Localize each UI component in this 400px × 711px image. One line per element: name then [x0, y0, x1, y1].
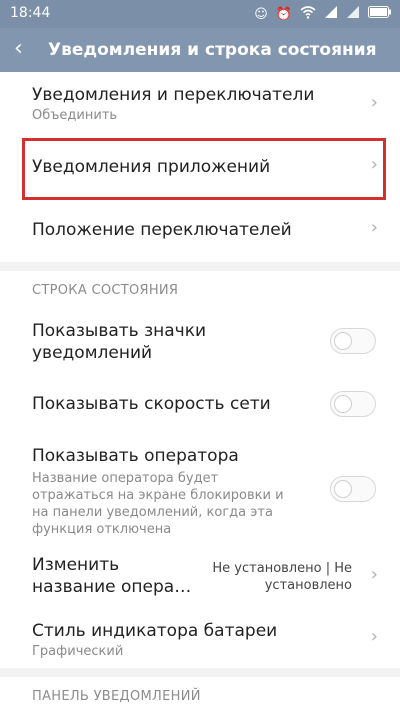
signal-icon — [324, 5, 338, 24]
row-label: Положение переключателей — [32, 220, 292, 240]
row-sub: Название оператора будет отражаться на э… — [32, 471, 284, 537]
row-notifications-toggles[interactable]: Уведомления и переключатели Объединить › — [0, 72, 400, 138]
status-icons: ☺ ⏰ — [254, 5, 392, 24]
back-arrow-icon[interactable]: ‹ — [14, 35, 23, 63]
row-toggles-position[interactable]: Положение переключателей › — [0, 200, 400, 262]
row-label: Уведомления и переключатели — [32, 85, 315, 105]
signal-icon — [346, 5, 360, 24]
row-label: Изменить название опера… — [32, 555, 192, 597]
chevron-right-icon: › — [370, 626, 378, 647]
section-title-notification-panel: ПАНЕЛЬ УВЕДОМЛЕНИЙ — [32, 689, 201, 704]
app-bar: ‹ Уведомления и строка состояния — [0, 28, 400, 72]
row-show-notification-icons[interactable]: Показывать значки уведомлений — [0, 310, 400, 374]
chevron-right-icon: › — [370, 92, 378, 113]
status-bar: 18:44 ☺ ⏰ — [0, 0, 400, 28]
status-time: 18:44 — [10, 5, 51, 21]
row-sub: Графический — [32, 644, 124, 659]
section-title-status-bar: СТРОКА СОСТОЯНИЯ — [32, 283, 179, 298]
row-battery-style[interactable]: Стиль индикатора батареи Графический › — [0, 610, 400, 668]
toggle-knob — [334, 480, 352, 498]
toggle-knob — [334, 332, 352, 350]
android-icon: ☺ — [254, 6, 268, 22]
battery-icon — [368, 6, 392, 23]
chevron-right-icon: › — [370, 564, 378, 585]
show-icons-toggle[interactable] — [330, 328, 376, 354]
row-change-operator-name[interactable]: Изменить название опера… Не установлено … — [0, 548, 400, 606]
page-title: Уведомления и строка состояния — [48, 40, 377, 60]
row-label: Показывать скорость сети — [32, 394, 271, 414]
wifi-icon — [300, 5, 316, 24]
row-sub: Объединить — [32, 108, 118, 123]
divider — [0, 668, 400, 677]
alarm-icon: ⏰ — [275, 6, 292, 22]
divider — [0, 262, 400, 271]
highlight-box — [22, 138, 386, 200]
row-value: Не установлено | Не установлено — [212, 561, 352, 593]
net-speed-toggle[interactable] — [330, 391, 376, 417]
toggle-knob — [334, 395, 352, 413]
row-label: Показывать оператора — [32, 446, 239, 466]
row-show-network-speed[interactable]: Показывать скорость сети — [0, 378, 400, 430]
chevron-right-icon: › — [370, 217, 378, 238]
row-label: Стиль индикатора батареи — [32, 621, 278, 641]
row-label: Показывать значки уведомлений — [32, 321, 207, 363]
row-show-operator[interactable]: Показывать оператора Название оператора … — [0, 436, 400, 546]
operator-toggle[interactable] — [330, 476, 376, 502]
